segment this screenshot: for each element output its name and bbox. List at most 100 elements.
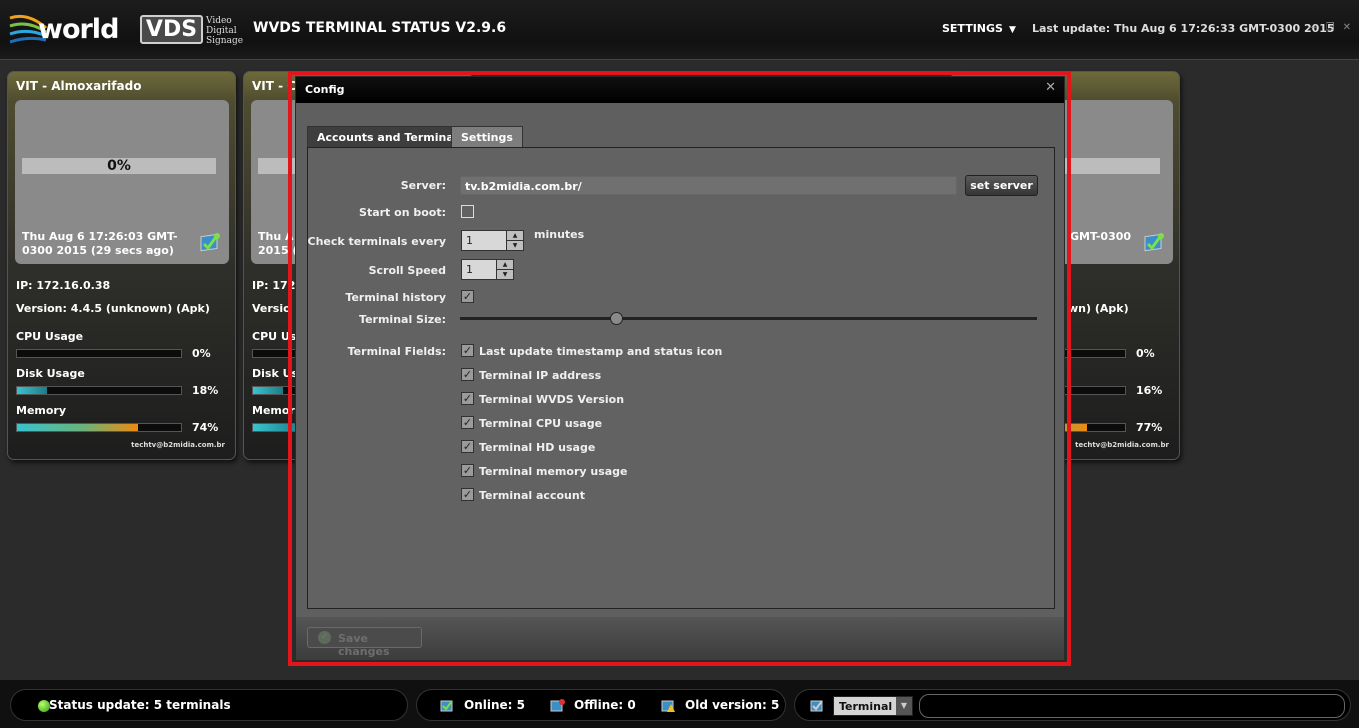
save-changes-button[interactable]: ✓ Save changes xyxy=(307,627,422,658)
status-update-pill: Status update: 5 terminals xyxy=(10,689,408,721)
tab-settings[interactable]: Settings xyxy=(451,126,523,148)
dialog-title: Config xyxy=(305,83,345,96)
terminal-size-slider-thumb[interactable] xyxy=(609,312,623,325)
field-checkbox[interactable]: ✓ xyxy=(461,440,474,453)
old-version-count: Old version: 5 xyxy=(685,698,780,712)
config-dialog: Config ✕ Accounts and Terminals Settings… xyxy=(295,76,1065,660)
terminal-filter-icon xyxy=(810,700,823,712)
start-on-boot-label: Start on boot: xyxy=(359,206,446,219)
close-icon[interactable]: ✕ xyxy=(1343,22,1351,33)
terminal-timestamp: GMT-0300 xyxy=(1070,230,1132,243)
minimize-icon[interactable]: — xyxy=(1308,22,1318,33)
save-changes-label: Save changes xyxy=(338,632,390,658)
status-bar: Status update: 5 terminals Online: 5 Off… xyxy=(0,680,1359,728)
dialog-footer: ✓ Save changes xyxy=(296,617,1064,660)
chevron-down-icon[interactable]: ▼ xyxy=(1009,25,1016,35)
terminal-account: techtv@b2midia.com.br xyxy=(1075,441,1169,449)
field-label: Terminal memory usage xyxy=(479,465,628,478)
set-server-button[interactable]: set server xyxy=(965,175,1038,196)
decrement-icon[interactable]: ▼ xyxy=(497,269,513,278)
scroll-speed-stepper[interactable]: 1 ▲ ▼ xyxy=(461,259,514,280)
memory-label: Memory xyxy=(16,404,67,417)
disk-label: Disk Usage xyxy=(16,367,85,380)
cpu-value: 0% xyxy=(1136,347,1155,360)
server-input[interactable]: tv.b2midia.com.br/ xyxy=(460,176,957,195)
cpu-bar xyxy=(16,349,182,358)
terminal-size-slider[interactable] xyxy=(460,317,1037,320)
minutes-label: minutes xyxy=(534,228,585,241)
settings-menu-label[interactable]: SETTINGS xyxy=(942,22,1003,35)
status-update-text: Status update: 5 terminals xyxy=(49,698,231,712)
disk-bar xyxy=(16,386,182,395)
offline-icon xyxy=(550,699,565,712)
tab-accounts-and-terminals[interactable]: Accounts and Terminals xyxy=(307,126,475,148)
terminal-history-checkbox[interactable]: ✓ xyxy=(461,290,474,303)
terminal-version: Version: 4.4.5 (unknown) (Apk) xyxy=(16,302,210,315)
field-label: Terminal WVDS Version xyxy=(479,393,625,406)
settings-menu[interactable]: SETTINGS ▼ xyxy=(942,22,1016,35)
check-terminals-value[interactable]: 1 xyxy=(466,234,473,247)
terminal-version: wn) (Apk) xyxy=(1068,302,1129,315)
online-count: Online: 5 xyxy=(464,698,525,712)
restore-icon[interactable]: ❐ xyxy=(1326,22,1335,33)
increment-icon[interactable]: ▲ xyxy=(507,231,523,240)
start-on-boot-checkbox[interactable] xyxy=(461,205,474,218)
memory-value: 74% xyxy=(192,421,219,434)
check-terminals-stepper[interactable]: 1 ▲ ▼ xyxy=(461,230,524,251)
increment-icon[interactable]: ▲ xyxy=(497,260,513,269)
close-icon[interactable]: ✕ xyxy=(1045,80,1056,95)
field-checkbox[interactable]: ✓ xyxy=(461,464,474,477)
filter-input[interactable] xyxy=(919,694,1345,718)
field-checkbox[interactable]: ✓ xyxy=(461,488,474,501)
last-update-text: Last update: Thu Aug 6 17:26:33 GMT-0300… xyxy=(1032,22,1335,35)
terminal-history-label: Terminal history xyxy=(345,291,446,304)
online-icon xyxy=(440,700,453,712)
disk-bar-fill xyxy=(253,387,283,394)
status-ok-icon xyxy=(200,233,220,252)
dialog-titlebar[interactable]: Config ✕ xyxy=(296,77,1064,103)
memory-value: 77% xyxy=(1136,421,1163,434)
chevron-down-icon[interactable]: ▼ xyxy=(896,697,912,715)
field-checkbox[interactable]: ✓ xyxy=(461,416,474,429)
app-title: WVDS TERMINAL STATUS V2.9.6 xyxy=(253,20,507,36)
filter-type-select[interactable]: Terminal ▼ xyxy=(833,696,913,716)
field-label: Last update timestamp and status icon xyxy=(479,345,723,358)
disk-bar-fill xyxy=(17,387,47,394)
offline-count: Offline: 0 xyxy=(574,698,636,712)
field-label: Terminal account xyxy=(479,489,585,502)
terminal-fields-label: Terminal Fields: xyxy=(347,345,446,358)
old-version-icon xyxy=(661,700,675,712)
scroll-speed-value[interactable]: 1 xyxy=(466,263,473,276)
terminal-card[interactable]: VIT - Almoxarifado 0% Thu Aug 6 17:26:03… xyxy=(7,71,236,460)
app-header: world VDS Video Digital Signage WVDS TER… xyxy=(0,0,1359,60)
memory-bar-fill xyxy=(17,424,139,431)
terminal-timestamp: Thu Aug 6 17:26:03 GMT-0300 2015 (29 sec… xyxy=(22,230,178,257)
terminal-ip: IP: 172.16.0.38 xyxy=(16,279,111,292)
logo-world-text: world xyxy=(38,14,119,45)
disk-value: 16% xyxy=(1136,384,1163,397)
scroll-speed-label: Scroll Speed xyxy=(368,264,446,277)
server-label: Server: xyxy=(400,179,446,192)
terminal-version: Versio xyxy=(252,302,291,315)
memory-bar xyxy=(16,423,182,432)
field-label: Terminal CPU usage xyxy=(479,417,603,430)
terminal-progress: 0% xyxy=(22,158,216,174)
field-label: Terminal IP address xyxy=(479,369,602,382)
disk-value: 18% xyxy=(192,384,219,397)
logo-vds-text: VDS xyxy=(140,15,203,44)
terminal-account: techtv@b2midia.com.br xyxy=(131,441,225,449)
filter-type-value[interactable]: Terminal xyxy=(839,700,892,713)
decrement-icon[interactable]: ▼ xyxy=(507,240,523,249)
field-checkbox[interactable]: ✓ xyxy=(461,368,474,381)
terminal-size-label: Terminal Size: xyxy=(359,313,446,326)
terminal-screen: 0% Thu Aug 6 17:26:03 GMT-0300 2015 (29 … xyxy=(15,100,229,264)
terminal-name: VIT - Almoxarifado xyxy=(16,79,142,93)
field-checkbox[interactable]: ✓ xyxy=(461,344,474,357)
worldvds-logo: world VDS Video Digital Signage xyxy=(8,6,248,52)
field-checkbox[interactable]: ✓ xyxy=(461,392,474,405)
field-label: Terminal HD usage xyxy=(479,441,596,454)
cpu-value: 0% xyxy=(192,347,211,360)
window-controls: — ❐ ✕ xyxy=(1300,22,1351,33)
cpu-label: CPU Usage xyxy=(16,330,84,343)
terminal-counts-pill: Online: 5 Offline: 0 Old version: 5 xyxy=(416,689,786,721)
